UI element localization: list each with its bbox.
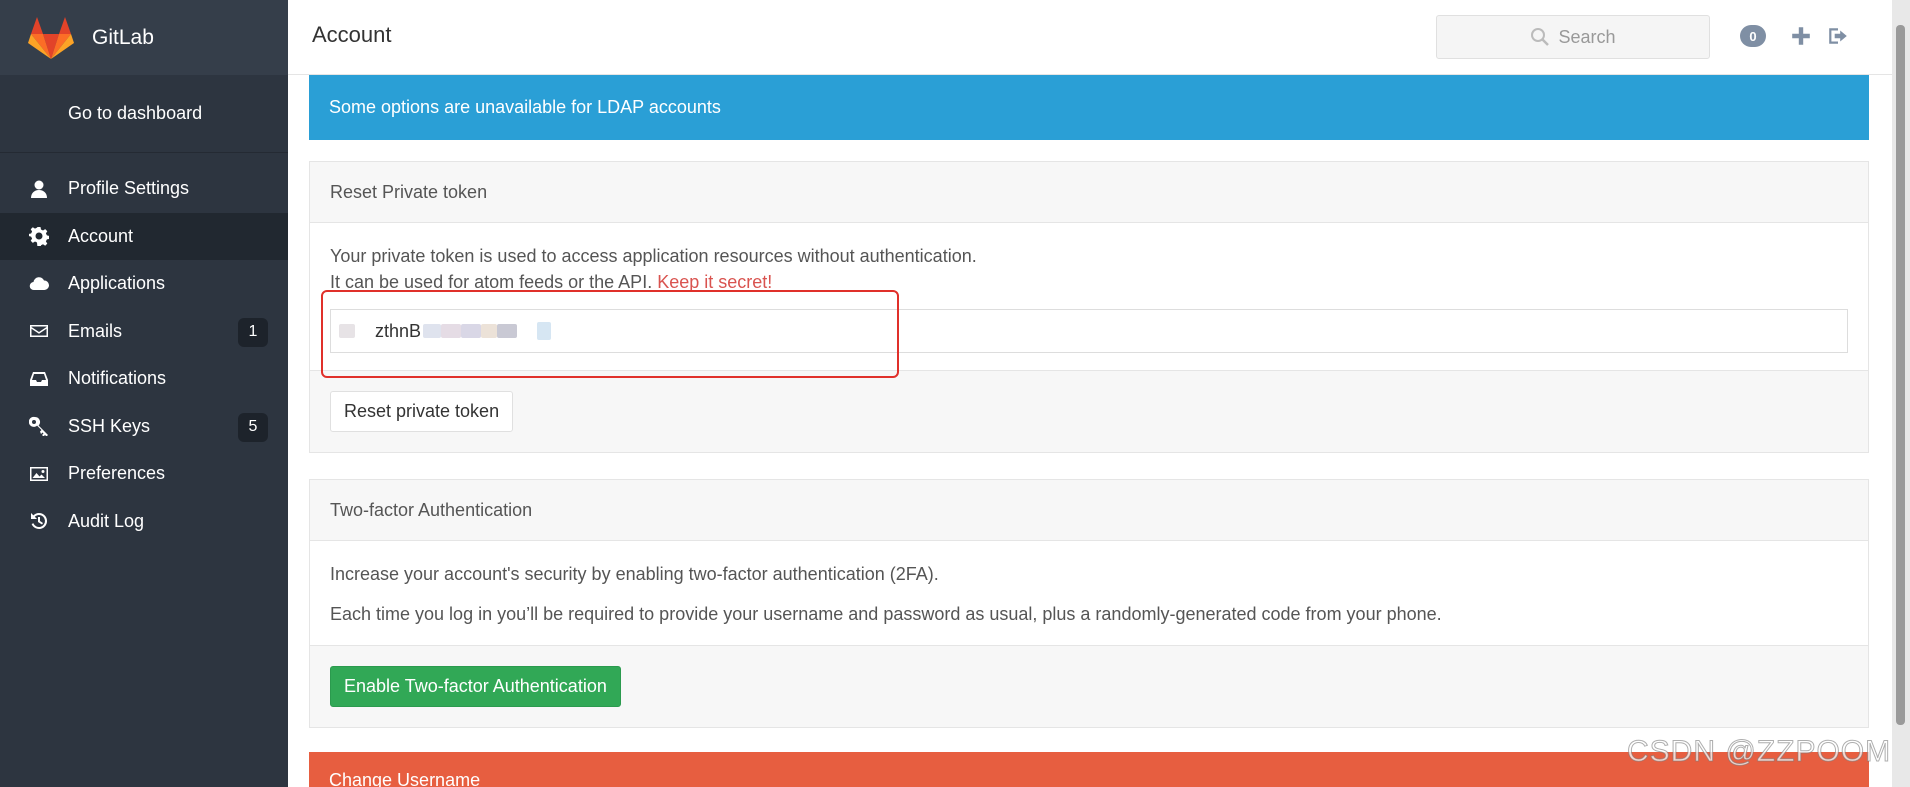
sidebar-item-label: Account: [68, 225, 134, 246]
twofa-details: Each time you log in you’ll be required …: [330, 604, 1442, 624]
envelope-icon: [28, 320, 50, 342]
sidebar-item-applications[interactable]: Applications: [0, 260, 288, 308]
inbox-icon: [28, 368, 50, 390]
ssh-keys-count-badge: 5: [238, 412, 268, 442]
panel-title: Two-factor Authentication: [310, 480, 1868, 541]
sidebar-item-label: Audit Log: [68, 510, 145, 531]
search-placeholder: Search: [1558, 26, 1616, 47]
search-icon: [1531, 28, 1550, 46]
token-description: Your private token is used to access app…: [330, 246, 977, 266]
sidebar-item-notifications[interactable]: Notifications: [0, 355, 288, 403]
sidebar: GitLab Go to dashboard Profile Settings …: [0, 0, 288, 787]
main-content: Some options are unavailable for LDAP ac…: [288, 75, 1892, 787]
keep-secret-text: Keep it secret!: [657, 272, 773, 292]
watermark: CSDN @ZZPOOM: [1626, 735, 1892, 769]
top-header: Account Search 0: [288, 0, 1892, 75]
page-title: Account: [312, 22, 392, 47]
sidebar-item-label: Notifications: [68, 368, 167, 389]
gitlab-logo-icon: [28, 16, 74, 59]
sidebar-item-label: Preferences: [68, 463, 166, 484]
history-icon: [28, 510, 50, 532]
go-to-dashboard-link[interactable]: Go to dashboard: [0, 75, 288, 153]
sidebar-item-emails[interactable]: Emails 1: [0, 308, 288, 356]
sidebar-nav: Profile Settings Account Applications Em…: [0, 153, 288, 545]
brand[interactable]: GitLab: [0, 0, 288, 75]
sign-out-icon[interactable]: [1825, 22, 1851, 50]
sidebar-item-account[interactable]: Account: [0, 212, 288, 260]
sidebar-item-audit-log[interactable]: Audit Log: [0, 498, 288, 546]
panel-title: Reset Private token: [310, 162, 1868, 223]
gear-icon: [28, 225, 50, 247]
search-input[interactable]: Search: [1436, 15, 1710, 59]
sidebar-item-preferences[interactable]: Preferences: [0, 450, 288, 498]
user-icon: [28, 178, 50, 200]
panel-footer: Enable Two-factor Authentication: [310, 645, 1868, 727]
key-icon: [28, 415, 50, 437]
sidebar-item-label: Emails: [68, 320, 123, 341]
sidebar-item-label: SSH Keys: [68, 415, 151, 436]
emails-count-badge: 1: [238, 317, 268, 347]
cloud-icon: [28, 273, 50, 295]
plus-icon[interactable]: [1788, 22, 1814, 50]
scrollbar-thumb[interactable]: [1896, 25, 1905, 725]
reset-private-token-button[interactable]: Reset private token: [330, 391, 514, 432]
twofa-description: Increase your account's security by enab…: [330, 564, 939, 584]
ldap-info-alert: Some options are unavailable for LDAP ac…: [309, 75, 1869, 140]
sidebar-item-label: Profile Settings: [68, 178, 190, 199]
token-usage-line: It can be used for atom feeds or the API…: [330, 272, 653, 292]
sidebar-item-profile-settings[interactable]: Profile Settings: [0, 165, 288, 213]
vertical-scrollbar[interactable]: [1892, 0, 1910, 787]
image-icon: [28, 463, 50, 485]
todos-count-badge[interactable]: 0: [1740, 25, 1766, 47]
panel-footer: Reset private token: [310, 370, 1868, 452]
brand-name: GitLab: [92, 25, 154, 49]
highlight-annotation-box: [321, 290, 899, 378]
sidebar-item-label: Applications: [68, 273, 166, 294]
enable-two-factor-button[interactable]: Enable Two-factor Authentication: [330, 666, 621, 707]
sidebar-item-ssh-keys[interactable]: SSH Keys 5: [0, 403, 288, 451]
panel-title: Change Username: [329, 770, 481, 787]
two-factor-panel: Two-factor Authentication Increase your …: [309, 479, 1869, 728]
panel-body: Increase your account's security by enab…: [310, 541, 1868, 645]
